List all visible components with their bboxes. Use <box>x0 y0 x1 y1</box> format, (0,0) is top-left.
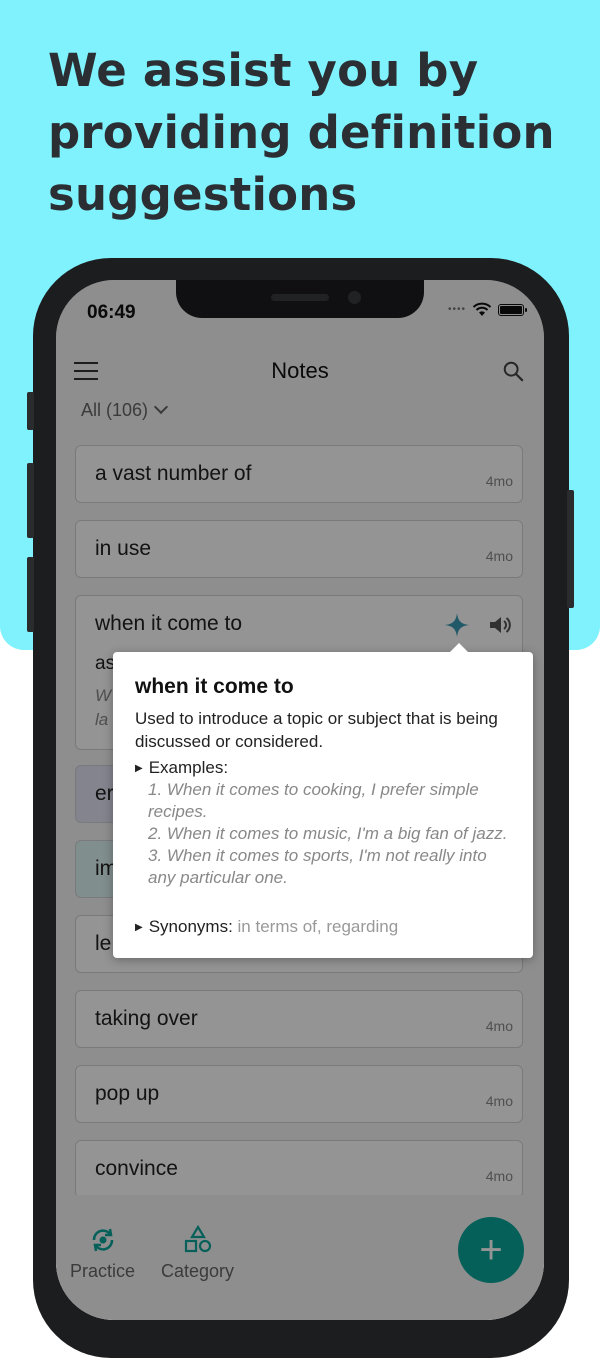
examples-list: 1. When it comes to cooking, I prefer si… <box>148 779 518 889</box>
example-item: 3. When it comes to sports, I'm not real… <box>148 846 487 887</box>
phone-volume-down <box>27 557 34 632</box>
headline: We assist you by providing definition su… <box>48 44 555 221</box>
triangle-right-icon: ▶ <box>135 922 143 933</box>
definition-popup: when it come to Used to introduce a topi… <box>113 643 533 958</box>
examples-toggle[interactable]: ▶ Examples: <box>135 758 228 778</box>
phone-mute-switch <box>27 392 34 430</box>
popup-title: when it come to <box>135 675 294 698</box>
popup-definition: Used to introduce a topic or subject tha… <box>135 709 498 751</box>
triangle-right-icon: ▶ <box>135 763 143 774</box>
synonyms-value: in terms of, regarding <box>237 917 399 936</box>
phone-volume-up <box>27 463 34 538</box>
synonyms-toggle[interactable]: ▶ Synonyms: in terms of, regarding <box>135 917 398 937</box>
synonyms-label: Synonyms: <box>148 917 233 936</box>
example-item: 1. When it comes to cooking, I prefer si… <box>148 780 479 821</box>
examples-label: Examples: <box>148 758 229 777</box>
example-item: 2. When it comes to music, I'm a big fan… <box>148 824 508 843</box>
phone-power-button <box>567 490 574 608</box>
